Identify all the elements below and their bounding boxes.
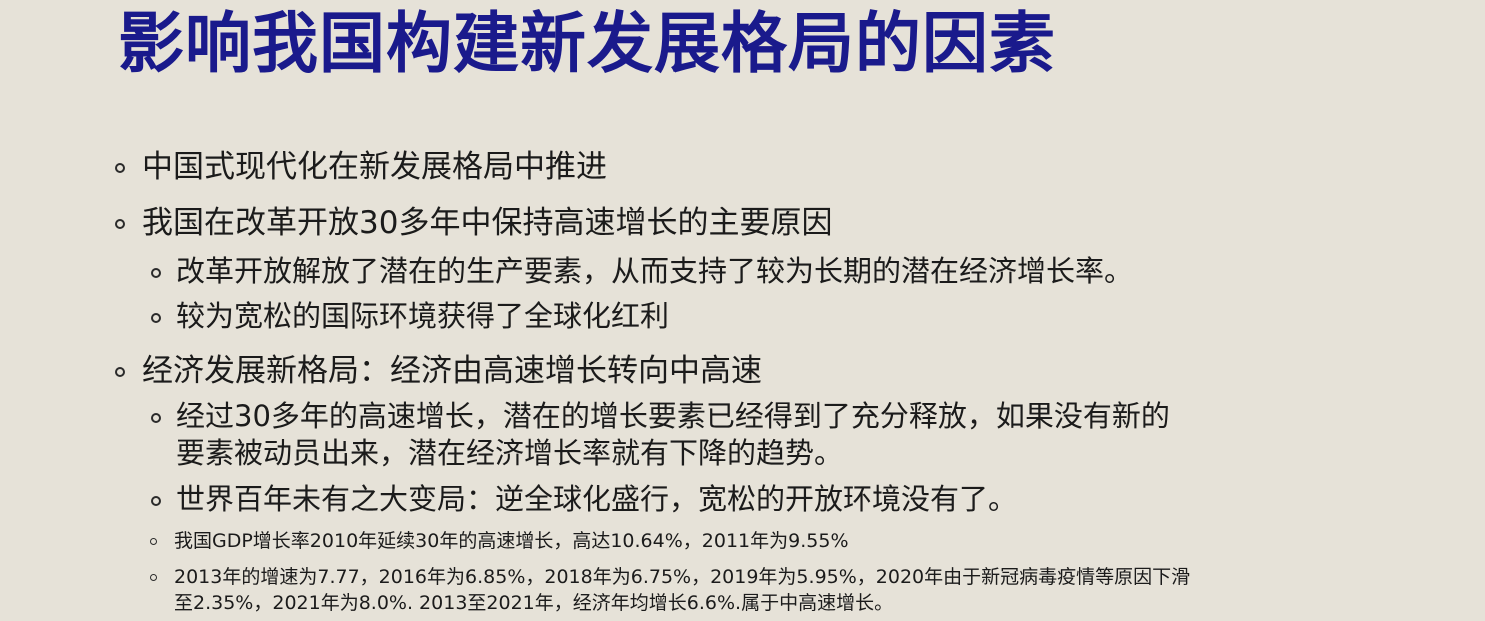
bullet-text-line1: 2013年的增速为7.77，2016年为6.85%，2018年为6.75%，20… (174, 566, 1191, 588)
sub-bullet-item: 经过30多年的高速增长，潜在的增长要素已经得到了充分释放，如果没有新的 要素被动… (151, 398, 1170, 472)
minor-bullet-item: 2013年的增速为7.77，2016年为6.85%，2018年为6.75%，20… (150, 564, 1191, 616)
circle-bullet-icon (150, 574, 157, 581)
sub-bullet-item: 改革开放解放了潜在的生产要素，从而支持了较为长期的潜在经济增长率。 (151, 253, 1134, 290)
sub-bullet-item: 较为宽松的国际环境获得了全球化红利 (151, 298, 670, 335)
circle-bullet-icon (115, 163, 125, 173)
sub-bullet-item: 世界百年未有之大变局：逆全球化盛行，宽松的开放环境没有了。 (151, 481, 1018, 518)
bullet-text: 改革开放解放了潜在的生产要素，从而支持了较为长期的潜在经济增长率。 (176, 254, 1134, 288)
bullet-text: 经济发展新格局：经济由高速增长转向中高速 (142, 353, 762, 389)
slide: 影响我国构建新发展格局的因素 中国式现代化在新发展格局中推进 我国在改革开放30… (0, 0, 1485, 621)
bullet-text: 中国式现代化在新发展格局中推进 (142, 149, 607, 185)
minor-bullet-item: 我国GDP增长率2010年延续30年的高速增长，高达10.64%，2011年为9… (150, 528, 849, 554)
circle-bullet-icon (150, 538, 157, 545)
bullet-text: 世界百年未有之大变局：逆全球化盛行，宽松的开放环境没有了。 (176, 482, 1018, 516)
bullet-list: 中国式现代化在新发展格局中推进 我国在改革开放30多年中保持高速增长的主要原因 … (0, 0, 1485, 621)
bullet-text-line1: 经过30多年的高速增长，潜在的增长要素已经得到了充分释放，如果没有新的 (176, 399, 1170, 433)
circle-bullet-icon (151, 313, 161, 323)
circle-bullet-icon (151, 413, 161, 423)
bullet-text: 我国在改革开放30多年中保持高速增长的主要原因 (142, 205, 833, 241)
circle-bullet-icon (151, 268, 161, 278)
bullet-text: 我国GDP增长率2010年延续30年的高速增长，高达10.64%，2011年为9… (174, 530, 849, 552)
circle-bullet-icon (115, 219, 125, 229)
bullet-text-line2: 要素被动员出来，潜在经济增长率就有下降的趋势。 (176, 436, 844, 470)
bullet-item: 经济发展新格局：经济由高速增长转向中高速 (115, 351, 762, 391)
bullet-item: 中国式现代化在新发展格局中推进 (115, 147, 607, 187)
bullet-item: 我国在改革开放30多年中保持高速增长的主要原因 (115, 203, 833, 243)
circle-bullet-icon (115, 367, 125, 377)
bullet-text: 较为宽松的国际环境获得了全球化红利 (176, 299, 670, 333)
circle-bullet-icon (151, 496, 161, 506)
bullet-text-line2: 至2.35%，2021年为8.0%. 2013至2021年，经济年均增长6.6%… (174, 592, 894, 614)
